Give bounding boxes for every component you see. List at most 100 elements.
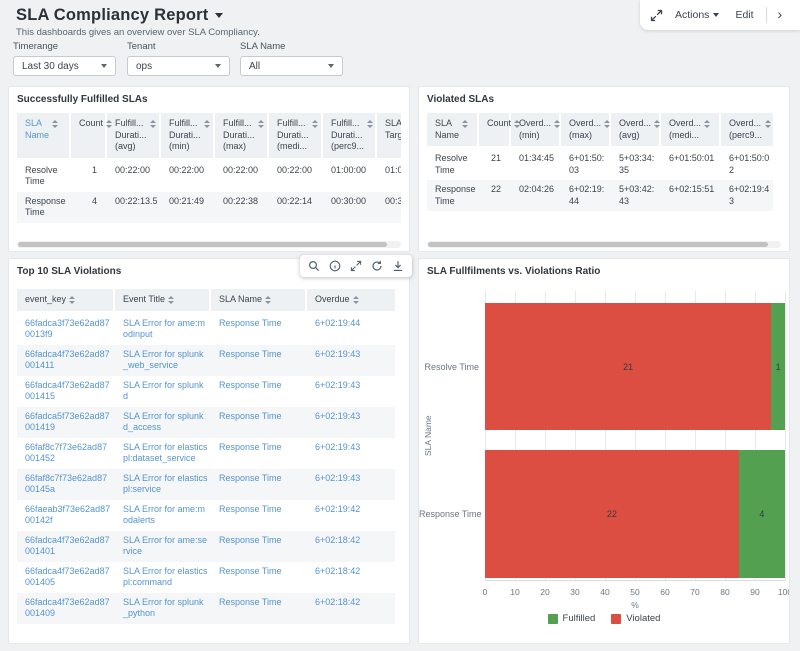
cell-link[interactable]: 6+02:19:43 (307, 345, 395, 376)
cell-link[interactable]: 6+02:19:43 (307, 407, 395, 438)
fullscreen-expand-button[interactable] (650, 9, 663, 22)
sort-icon[interactable] (106, 120, 112, 128)
cell-link[interactable]: 66fadca3f73e62ad870013f9 (17, 314, 115, 345)
cell-link[interactable]: SLA Error for ame:service (115, 531, 211, 562)
column-header-count[interactable]: Count (71, 113, 107, 161)
refresh-icon[interactable] (371, 260, 383, 272)
cell-link[interactable]: SLA Error for ame:modinput (115, 314, 211, 345)
cell-link[interactable]: 66fadca4f73e62ad87001401 (17, 531, 115, 562)
cell-link[interactable]: 66faf8c7f73e62ad8700145a (17, 469, 115, 500)
search-icon[interactable] (308, 260, 320, 272)
column-header-fulfill[interactable]: Fulfill... Durati... (max) (215, 113, 269, 161)
cell-link[interactable]: SLA Error for splunkd (115, 376, 211, 407)
h-scrollbar-track[interactable] (17, 241, 401, 248)
cell-link[interactable]: 6+02:19:44 (307, 314, 395, 345)
cell-link[interactable]: Response Time (211, 562, 307, 593)
sort-icon[interactable] (554, 120, 560, 128)
cell-link[interactable]: Response Time (211, 531, 307, 562)
legend-item-violated[interactable]: Violated (611, 613, 660, 624)
side-panel-chevron-button[interactable]: › (775, 6, 786, 24)
download-icon[interactable] (392, 260, 404, 272)
cell-link[interactable]: SLA Error for elasticspl:service (115, 469, 211, 500)
tenant-dropdown[interactable]: ops (127, 56, 230, 76)
h-scrollbar-thumb[interactable] (18, 242, 387, 247)
x-tick-label: 60 (660, 587, 669, 597)
sort-icon[interactable] (765, 120, 771, 128)
column-header-sla[interactable]: SLA Name (427, 113, 479, 149)
timerange-dropdown[interactable]: Last 30 days (13, 56, 116, 76)
cell-link[interactable]: 6+02:18:42 (307, 531, 395, 562)
legend-item-fulfilled[interactable]: Fulfilled (548, 613, 596, 624)
cell-link[interactable]: Response Time (211, 376, 307, 407)
edit-button[interactable]: Edit (731, 6, 757, 24)
cell-link[interactable]: 66faeab3f73e62ad8700142f (17, 500, 115, 531)
sort-icon[interactable] (604, 120, 610, 128)
cell-link[interactable]: SLA Error for splunkd_access (115, 407, 211, 438)
cell-link[interactable]: 6+02:18:42 (307, 562, 395, 593)
table-row: 66faeab3f73e62ad8700142fSLA Error for am… (17, 500, 395, 531)
cell-link[interactable]: Response Time (211, 469, 307, 500)
sort-icon[interactable] (52, 120, 58, 128)
column-header-overd[interactable]: Overd... (perc9... (721, 113, 773, 149)
cell-link[interactable]: Response Time (211, 438, 307, 469)
actions-button[interactable]: Actions (671, 6, 723, 24)
column-header-overd[interactable]: Overd... (medi... (661, 113, 721, 149)
cell-link[interactable]: Response Time (211, 407, 307, 438)
cell-link[interactable]: SLA Error for splunk_python (115, 593, 211, 624)
bar-segment-violated-response-time[interactable]: 22 (485, 450, 739, 578)
cell-link[interactable]: SLA Error for ame:modalerts (115, 500, 211, 531)
column-header-sla-name[interactable]: SLA Name (211, 289, 307, 314)
cell-link[interactable]: 6+02:19:43 (307, 376, 395, 407)
cell-link[interactable]: 6+02:19:43 (307, 469, 395, 500)
sort-icon[interactable] (367, 120, 373, 128)
column-header-overdue[interactable]: Overdue (307, 289, 395, 314)
cell-link[interactable]: SLA Error for elasticspl:dataset_service (115, 438, 211, 469)
sla-name-dropdown[interactable]: All (240, 56, 343, 76)
column-header-event-key[interactable]: event_key (17, 289, 115, 314)
cell-link[interactable]: 66fadca4f73e62ad87001405 (17, 562, 115, 593)
cell-link[interactable]: 66fadca4f73e62ad87001411 (17, 345, 115, 376)
sort-icon[interactable] (462, 120, 468, 128)
sort-icon[interactable] (704, 120, 710, 128)
column-header-overd[interactable]: Overd... (min) (511, 113, 561, 149)
sort-icon[interactable] (258, 120, 264, 128)
cell-link[interactable]: SLA Error for elasticspl:command (115, 562, 211, 593)
column-header-fulfill[interactable]: Fulfill... Durati... (avg) (107, 113, 161, 161)
cell-link[interactable]: 6+02:19:43 (307, 438, 395, 469)
cell-link[interactable]: SLA Error for splunk_web_service (115, 345, 211, 376)
bar-segment-fulfilled-resolve-time[interactable]: 1 (771, 303, 785, 430)
sort-icon[interactable] (312, 120, 318, 128)
column-header-overd[interactable]: Overd... (max) (561, 113, 611, 149)
sort-icon[interactable] (265, 296, 271, 304)
cell-link[interactable]: 66fadca4f73e62ad87001409 (17, 593, 115, 624)
column-header-fulfill[interactable]: Fulfill... Durati... (min) (161, 113, 215, 161)
cell-link[interactable]: 66fadca5f73e62ad87001419 (17, 407, 115, 438)
cell-link[interactable]: Response Time (211, 593, 307, 624)
cell-link[interactable]: Response Time (211, 314, 307, 345)
sort-icon[interactable] (353, 296, 359, 304)
sort-icon[interactable] (150, 120, 156, 128)
cell-link[interactable]: 66fadca4f73e62ad87001415 (17, 376, 115, 407)
bar-segment-fulfilled-response-time[interactable]: 4 (739, 450, 785, 578)
column-header-sla[interactable]: SLA Name (17, 113, 71, 161)
expand-icon[interactable] (350, 260, 362, 272)
cell-link[interactable]: 6+02:19:42 (307, 500, 395, 531)
cell-link[interactable]: 66faf8c7f73e62ad87001452 (17, 438, 115, 469)
title-menu-caret-icon[interactable] (215, 13, 223, 18)
h-scrollbar-track[interactable] (427, 241, 781, 248)
cell-link[interactable]: 6+02:18:42 (307, 593, 395, 624)
column-header-overd[interactable]: Overd... (avg) (611, 113, 661, 149)
h-scrollbar-thumb[interactable] (428, 242, 768, 247)
column-header-event-title[interactable]: Event Title (115, 289, 211, 314)
column-header-count[interactable]: Count (479, 113, 511, 149)
sort-icon[interactable] (654, 120, 660, 128)
sort-icon[interactable] (168, 296, 174, 304)
sort-icon[interactable] (69, 296, 75, 304)
column-header-fulfill[interactable]: Fulfill... Durati... (medi... (269, 113, 323, 161)
cell-link[interactable]: Response Time (211, 500, 307, 531)
sort-icon[interactable] (204, 120, 210, 128)
bar-segment-violated-resolve-time[interactable]: 21 (485, 303, 771, 430)
cell-link[interactable]: Response Time (211, 345, 307, 376)
column-header-fulfill[interactable]: Fulfill... Durati... (perc9... (323, 113, 377, 161)
info-icon[interactable] (329, 260, 341, 272)
